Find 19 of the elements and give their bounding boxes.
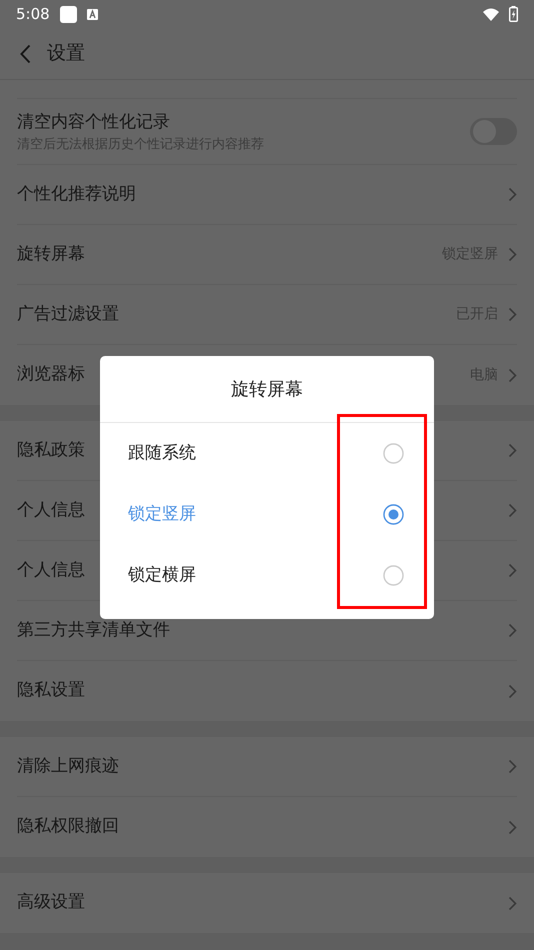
status-time: 5:08 [16,4,50,25]
row-title: 旋转屏幕 [17,242,85,266]
row-title: 个人信息 [17,558,85,582]
row-title: 清除上网痕迹 [17,754,119,778]
page-title: 设置 [47,41,85,66]
row-title: 个性化推荐说明 [17,182,136,206]
row-title: 第三方共享清单文件 [17,618,170,642]
row-title: 隐私政策 [17,438,85,462]
row-title: 高级设置 [17,891,85,914]
row-title: 清空内容个性化记录 [17,110,171,132]
dialog-title: 旋转屏幕 [231,378,303,402]
row-title: 广告过滤设置 [17,302,119,326]
row-title: 浏览器标 [17,363,85,386]
row-title: 隐私设置 [17,679,85,702]
option-label: 跟随系统 [128,442,196,465]
row-title: 隐私权限撤回 [17,815,119,838]
option-label: 锁定竖屏 [128,502,196,526]
row-title: 个人信息 [17,498,85,522]
option-label: 锁定横屏 [128,564,196,587]
